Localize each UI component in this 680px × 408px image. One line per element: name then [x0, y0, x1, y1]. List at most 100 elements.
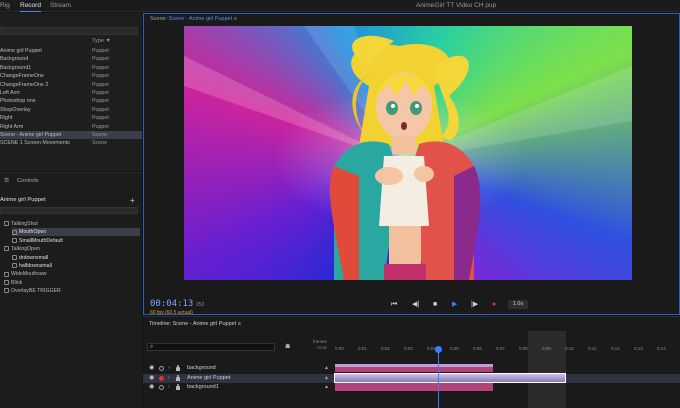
track-name: background: [187, 365, 216, 371]
timeline-track[interactable]: ◉ › Anime girl Puppet ▲: [143, 372, 680, 383]
control-item[interactable]: WideMouthsaw: [4, 270, 140, 278]
tab-rig[interactable]: Rig: [0, 1, 10, 11]
project-item-type: Puppet: [92, 64, 109, 71]
puppet-title: Anime girl Puppet: [0, 197, 46, 203]
chevron-right-icon[interactable]: ›: [168, 364, 170, 373]
type-column-header[interactable]: Type ▼: [92, 38, 111, 44]
project-item-type: Puppet: [92, 106, 109, 113]
track-name: background1: [187, 384, 219, 390]
scene-viewport[interactable]: [184, 26, 632, 280]
control-item-label: TalkingOpen: [11, 246, 40, 253]
track-clip[interactable]: [335, 364, 493, 367]
project-item-name: ChangeFrameOne: [0, 73, 44, 80]
lock-icon[interactable]: ▲: [324, 364, 329, 373]
control-item[interactable]: TalkingShut: [4, 220, 140, 228]
panel-menu-icon[interactable]: ≡: [238, 321, 241, 327]
lock-icon[interactable]: ▲: [324, 374, 329, 383]
trigger-icon: [12, 229, 17, 235]
project-item[interactable]: Anime girl Puppet Puppet: [0, 47, 142, 55]
tab-record[interactable]: Record: [20, 1, 41, 12]
control-item[interactable]: MouthOpen: [12, 228, 140, 237]
top-bar: Rig Record Stream AnimeGirl TT Video CH …: [0, 0, 680, 12]
step-back-icon[interactable]: ◀|: [412, 301, 419, 309]
project-item[interactable]: Left Arm Puppet: [0, 89, 142, 97]
project-item[interactable]: Background Puppet: [0, 55, 142, 63]
ruler-tick-label: 0:14: [657, 346, 666, 351]
project-item[interactable]: Photoshop one Puppet: [0, 97, 142, 105]
track-clip[interactable]: [335, 383, 493, 391]
control-item[interactable]: TalkingOpen: [4, 245, 140, 253]
project-item[interactable]: ChangeFrameOne 2 Puppet: [0, 81, 142, 89]
frame-count: 253: [196, 302, 205, 308]
ruler-tick-label: 0:00: [335, 346, 344, 351]
control-item[interactable]: SmallMouthDefault: [12, 237, 140, 245]
project-search-input[interactable]: [0, 27, 138, 35]
trigger-icon: [4, 271, 9, 277]
layer-options-icon[interactable]: ☗: [285, 343, 290, 350]
playhead-handle[interactable]: [435, 346, 442, 353]
project-item-type: Puppet: [92, 73, 109, 80]
window-title: AnimeGirl TT Video CH pup: [416, 2, 497, 9]
timecode: 00:04:13: [150, 299, 194, 309]
timeline-title: Timeline: Scene - Anime girl Puppet ≡: [149, 321, 241, 327]
ruler-tick-label: 0:06: [473, 346, 482, 351]
record-icon[interactable]: ●: [492, 301, 496, 309]
trigger-icon: [12, 263, 17, 269]
control-item[interactable]: drdownsmall: [12, 254, 140, 262]
project-item[interactable]: ShopOverlay Puppet: [0, 106, 142, 114]
controls-tabs: ☰ Controls: [0, 178, 142, 186]
project-item[interactable]: ChangeFrameOne Puppet: [0, 72, 142, 80]
chevron-right-icon[interactable]: ›: [168, 374, 170, 383]
record-arm-icon[interactable]: [159, 366, 164, 371]
project-item-type: Puppet: [92, 48, 109, 54]
track-clip[interactable]: [334, 372, 566, 383]
control-item-label: WideMouthsaw: [11, 271, 47, 278]
puppet-icon: [176, 374, 180, 381]
project-item-name: Left Arm: [0, 90, 20, 96]
control-item[interactable]: OverlayBE TRIGGER: [4, 287, 140, 295]
timeline-search-input[interactable]: ⌕: [147, 343, 275, 351]
play-icon[interactable]: ▶: [452, 301, 457, 309]
trigger-icon: [4, 246, 9, 252]
project-item[interactable]: Scene - Anime girl Puppet Scene: [0, 131, 142, 139]
timeline-track[interactable]: ◉ › background ▲: [143, 364, 680, 373]
step-forward-icon[interactable]: |▶: [471, 301, 478, 309]
control-item-label: drdownsmall: [19, 254, 49, 261]
ruler-tick-label: 0:09: [542, 346, 551, 351]
add-control-button[interactable]: +: [130, 196, 135, 205]
timeline-track[interactable]: ◉ › background1 ▲: [143, 383, 680, 392]
tab-controls[interactable]: Controls: [17, 178, 39, 184]
project-item[interactable]: Right Arm Puppet: [0, 123, 142, 131]
go-to-start-icon[interactable]: ⏮: [391, 301, 397, 309]
lock-icon[interactable]: ▲: [324, 383, 329, 392]
eye-icon[interactable]: ◉: [149, 364, 154, 373]
chevron-right-icon[interactable]: ›: [168, 383, 170, 392]
control-item[interactable]: halfdownsmall: [12, 262, 140, 270]
project-item-name: ShopOverlay: [0, 106, 31, 113]
project-item[interactable]: SCENE 1 Screen Movements Scene: [0, 139, 142, 147]
control-item-label: MouthOpen: [19, 229, 47, 236]
eye-icon[interactable]: ◉: [149, 374, 154, 383]
record-arm-icon[interactable]: [159, 385, 164, 390]
project-item-name: Right: [0, 115, 13, 122]
eye-icon[interactable]: ◉: [149, 383, 154, 392]
track-name: Anime girl Puppet: [187, 374, 231, 381]
time-ruler[interactable]: 0:00 0:01 0:02 0:03 0:04 0:05 0:06 0:07 0:08 0:09…: [335, 339, 680, 353]
panel-menu-icon[interactable]: ≡: [234, 16, 237, 22]
playback-speed[interactable]: 1.0x: [508, 300, 528, 309]
tab-stream[interactable]: Stream: [50, 1, 71, 11]
project-item[interactable]: Background1 Puppet: [0, 64, 142, 72]
controls-search-input[interactable]: [0, 207, 138, 214]
properties-icon[interactable]: ☰: [4, 178, 9, 184]
ruler-tick-label: 0:02: [381, 346, 390, 351]
control-item-label: SmallMouthDefault: [19, 237, 63, 244]
playhead[interactable]: [438, 347, 439, 408]
control-item[interactable]: Blink: [4, 279, 140, 287]
trigger-icon: [12, 237, 17, 243]
project-item-type: Puppet: [92, 81, 109, 88]
project-item-type: Puppet: [92, 123, 109, 130]
project-item[interactable]: Right Puppet: [0, 114, 142, 122]
stop-icon[interactable]: ■: [433, 301, 437, 309]
record-arm-icon[interactable]: [159, 375, 164, 381]
control-item-label: Blink: [11, 279, 23, 286]
